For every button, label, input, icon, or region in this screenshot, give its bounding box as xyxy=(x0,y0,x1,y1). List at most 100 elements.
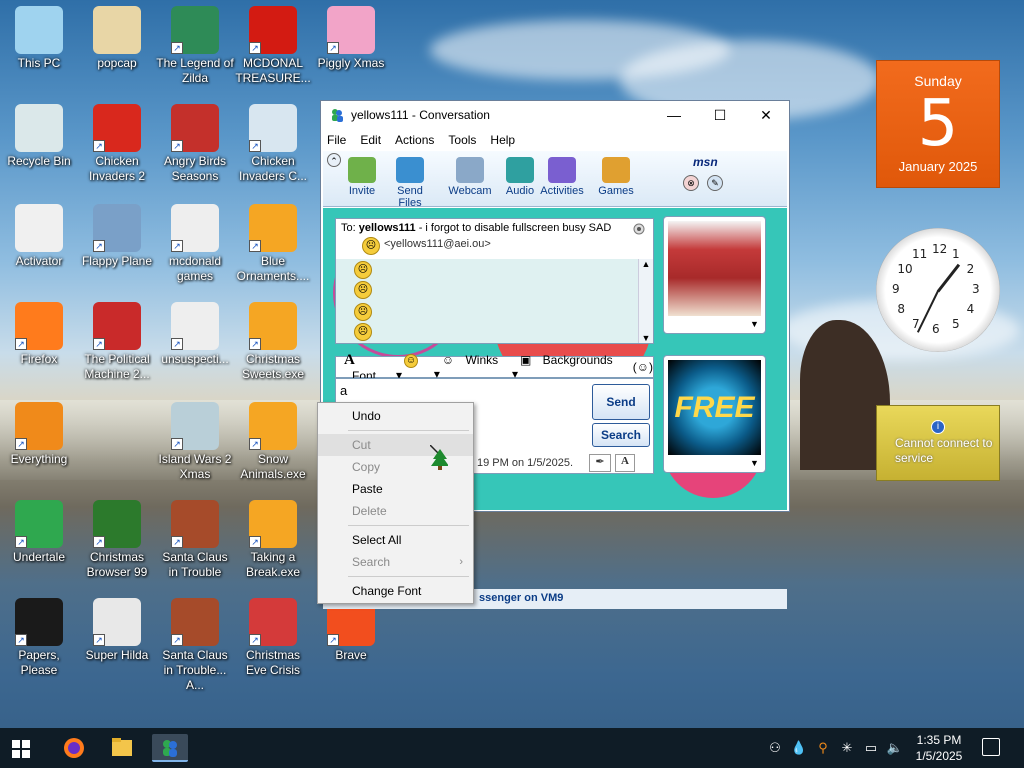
toolbar-invite-button[interactable]: Invite xyxy=(337,157,387,197)
message-area: ☹ ☹ ☹ ☹ xyxy=(336,259,639,343)
toolbar-activities-button[interactable]: Activities xyxy=(537,157,587,197)
desktop-icon[interactable]: popcap xyxy=(78,6,156,71)
handwriting-icon[interactable]: ✒ xyxy=(589,454,611,472)
snowflake-icon[interactable]: ✳ xyxy=(838,739,856,757)
maximize-button[interactable]: ☐ xyxy=(697,101,743,129)
menu-edit[interactable]: Edit xyxy=(360,133,381,147)
desktop-icon[interactable]: ↗ Santa Claus in Trouble... A... xyxy=(156,598,234,693)
notification-icon[interactable] xyxy=(982,738,1000,756)
desktop-icon-label: The Legend of Zilda xyxy=(156,56,234,85)
this-pc-icon xyxy=(15,6,63,54)
context-menu-paste[interactable]: Paste xyxy=(318,478,473,500)
context-menu-select-all[interactable]: Select All xyxy=(318,529,473,551)
shortcut-arrow-icon: ↗ xyxy=(249,438,261,450)
submenu-arrow-icon: › xyxy=(459,556,463,568)
desktop-icon[interactable]: ↗ Island Wars 2 Xmas xyxy=(156,402,234,482)
desktop-icon[interactable]: ↗ Chicken Invaders 2 xyxy=(78,104,156,184)
msn-buddy-icon xyxy=(332,109,343,122)
network-icon[interactable]: ▭ xyxy=(862,739,880,757)
desktop-icon[interactable]: Recycle Bin xyxy=(0,104,78,169)
menu-tools[interactable]: Tools xyxy=(448,133,476,147)
context-menu-undo[interactable]: Undo xyxy=(318,405,473,427)
weather-widget[interactable]: i Cannot connect to service xyxy=(876,405,1000,481)
nudge-icon: (☺) xyxy=(632,360,654,374)
desktop-icon[interactable]: ↗ Flappy Plane xyxy=(78,204,156,269)
desktop-icon-label: Recycle Bin xyxy=(7,154,71,168)
menu-bar: File Edit Actions Tools Help xyxy=(321,129,789,151)
toolbar-send-files-button[interactable]: Send Files xyxy=(385,157,435,209)
desktop-icon-label: Papers, Please xyxy=(18,648,60,677)
desktop-icon[interactable]: ↗ Blue Ornaments.... xyxy=(234,204,312,284)
desktop-icon[interactable]: This PC xyxy=(0,6,78,71)
nudge-button[interactable]: (☺) xyxy=(625,360,653,374)
taskbar-msn-messenger[interactable] xyxy=(152,734,188,762)
desktop-icon[interactable]: ↗ Super Hilda xyxy=(78,598,156,663)
activator-icon xyxy=(15,204,63,252)
drop-icon[interactable]: 💧 xyxy=(790,739,808,757)
clock-number: 8 xyxy=(897,302,905,316)
contact-email: <yellows111@aei.ou> xyxy=(384,238,491,250)
shortcut-arrow-icon: ↗ xyxy=(249,240,261,252)
desktop-icon[interactable]: ↗ The Legend of Zilda xyxy=(156,6,234,86)
text-mode-icon[interactable]: A xyxy=(615,454,635,472)
volume-muted-icon[interactable]: 🔈 xyxy=(886,739,904,757)
clock-widget[interactable]: 12 1 2 3 4 5 6 7 8 9 10 11 xyxy=(876,228,1000,352)
desktop-icon[interactable]: ↗ Angry Birds Seasons xyxy=(156,104,234,184)
backgrounds-button[interactable]: ▣ Backgrounds ▾ xyxy=(512,353,617,381)
desktop-icon[interactable]: ↗ MCDONAL TREASURE... xyxy=(234,6,312,86)
calendar-widget[interactable]: Sunday 5 January 2025 xyxy=(876,60,1000,188)
desktop-icon[interactable]: ↗ Papers, Please xyxy=(0,598,78,678)
title-bar[interactable]: yellows111 - Conversation — ☐ ✕ xyxy=(321,101,789,129)
taskbar-clock[interactable]: 1:35 PM 1/5/2025 xyxy=(908,732,970,764)
desktop-icon[interactable]: ↗ Piggly Xmas xyxy=(312,6,390,71)
menu-help[interactable]: Help xyxy=(490,133,515,147)
desktop-icon[interactable]: ↗ The Political Machine 2... xyxy=(78,302,156,382)
everything-search-icon[interactable]: ⚲ xyxy=(814,739,832,757)
conversation-history[interactable]: To: yellows111 - i forgot to disable ful… xyxy=(335,218,654,344)
contact-status: - i forgot to disable fullscreen busy SA… xyxy=(415,222,612,234)
pen-icon[interactable]: ✎ xyxy=(707,175,723,191)
winks-button[interactable]: ☺ Winks ▾ xyxy=(434,353,504,381)
shortcut-arrow-icon: ↗ xyxy=(93,338,105,350)
toolbar-games-button[interactable]: Games xyxy=(591,157,641,197)
minimize-button[interactable]: — xyxy=(651,101,697,129)
taskbar-file-explorer[interactable] xyxy=(104,734,140,762)
menu-actions[interactable]: Actions xyxy=(395,133,434,147)
block-icon[interactable]: ⊗ xyxy=(683,175,699,191)
desktop-icon[interactable]: ↗ Firefox xyxy=(0,302,78,367)
scroll-down-icon[interactable]: ▼ xyxy=(639,333,653,343)
search-button[interactable]: Search xyxy=(592,423,650,447)
start-windows-icon[interactable] xyxy=(12,740,30,758)
compose-input[interactable]: a xyxy=(340,383,347,398)
desktop-icon[interactable]: ↗ Taking a Break.exe xyxy=(234,500,312,580)
send-button[interactable]: Send xyxy=(592,384,650,420)
desktop-icon[interactable]: ↗ Chicken Invaders C... xyxy=(234,104,312,184)
undertale-icon: ↗ xyxy=(15,500,63,548)
desktop-icon[interactable]: ↗ Christmas Browser 99 xyxy=(78,500,156,580)
desktop-icon[interactable]: ↗ Undertale xyxy=(0,500,78,565)
chicken-invaders-2-icon: ↗ xyxy=(93,104,141,152)
folder-icon xyxy=(112,738,132,756)
menu-file[interactable]: File xyxy=(327,133,346,147)
scroll-up-icon[interactable]: ▲ xyxy=(639,259,653,269)
taskbar-firefox[interactable] xyxy=(56,734,92,762)
shortcut-arrow-icon: ↗ xyxy=(171,536,183,548)
chevron-down-icon[interactable]: ▼ xyxy=(750,319,759,329)
desktop-icon[interactable]: ↗ Christmas Sweets.exe xyxy=(234,302,312,382)
my-avatar[interactable]: FREE ▼ xyxy=(663,355,766,473)
desktop-icon[interactable]: ↗ mcdonald games xyxy=(156,204,234,284)
desktop-icon[interactable]: ↗ Santa Claus in Trouble xyxy=(156,500,234,580)
context-menu-change-font[interactable]: Change Font xyxy=(318,580,473,602)
desktop-icon[interactable]: ↗ Everything xyxy=(0,402,78,467)
close-button[interactable]: ✕ xyxy=(743,101,789,129)
desktop-icon[interactable]: ↗ Christmas Eve Crisis xyxy=(234,598,312,678)
desktop-icon[interactable]: ↗ Snow Animals.exe xyxy=(234,402,312,482)
contact-avatar[interactable]: ▼ xyxy=(663,216,766,334)
desktop-icon[interactable]: Activator xyxy=(0,204,78,269)
desktop-icon[interactable]: ↗ unsuspecti... xyxy=(156,302,234,367)
history-scrollbar[interactable]: ▲ ▼ xyxy=(638,259,653,343)
chevron-down-icon[interactable]: ▼ xyxy=(750,458,759,468)
people-icon[interactable]: ⚇ xyxy=(766,739,784,757)
toolbar-webcam-button[interactable]: Webcam xyxy=(445,157,495,197)
webcam-small-icon[interactable] xyxy=(631,222,647,238)
